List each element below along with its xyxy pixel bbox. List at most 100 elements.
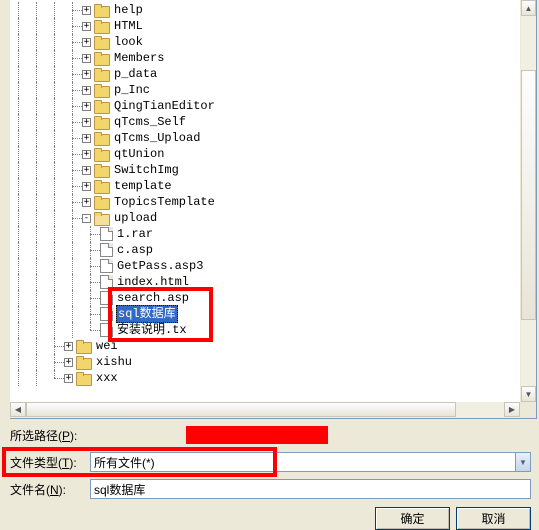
tree-folder[interactable]: + p_Inc (10, 82, 536, 98)
folder-icon (76, 356, 92, 369)
ok-button[interactable]: 确定 (375, 507, 450, 530)
horizontal-scrollbar[interactable]: ◀ ▶ (10, 402, 520, 418)
expander-icon[interactable]: + (64, 374, 73, 383)
folder-icon (94, 20, 110, 33)
file-icon (100, 243, 113, 257)
tree-item-label: upload (113, 210, 158, 226)
vertical-scroll-thumb[interactable] (521, 70, 536, 320)
filename-input[interactable] (90, 479, 531, 499)
tree-item-label: xishu (95, 354, 133, 370)
tree-item-label: sql数据库 (116, 305, 178, 323)
path-row: 所选路径(P): (10, 425, 537, 445)
file-icon (100, 291, 113, 305)
cancel-button[interactable]: 取消 (456, 507, 531, 530)
scroll-left-button[interactable]: ◀ (10, 402, 26, 417)
tree-folder[interactable]: + xxx (10, 370, 536, 386)
folder-icon (76, 340, 92, 353)
tree-item-label: wei (95, 338, 119, 354)
expander-icon[interactable]: + (82, 198, 91, 207)
expander-icon[interactable]: + (82, 150, 91, 159)
expander-icon[interactable]: - (82, 214, 91, 223)
tree-file[interactable]: c.asp (10, 242, 536, 258)
filename-label: 文件名(N): (10, 481, 90, 498)
expander-icon[interactable]: + (82, 182, 91, 191)
expander-icon[interactable]: + (82, 118, 91, 127)
tree-item-label: help (113, 2, 144, 18)
tree-item-label: 1.rar (116, 226, 154, 242)
tree-folder[interactable]: + SwitchImg (10, 162, 536, 178)
vertical-scrollbar[interactable]: ▲ ▼ (520, 0, 536, 418)
combo-dropdown-button[interactable]: ▼ (515, 452, 531, 472)
tree-folder[interactable]: + QingTianEditor (10, 98, 536, 114)
tree-folder[interactable]: + look (10, 34, 536, 50)
tree-item-label: look (113, 34, 144, 50)
expander-icon[interactable]: + (82, 86, 91, 95)
expander-icon[interactable]: + (82, 70, 91, 79)
folder-icon (94, 52, 110, 65)
path-label: 所选路径(P): (10, 427, 90, 444)
expander-icon[interactable]: + (64, 358, 73, 367)
scroll-right-button[interactable]: ▶ (504, 402, 520, 417)
tree-folder[interactable]: - upload (10, 210, 536, 226)
tree-item-label: index.html (116, 274, 190, 290)
tree-folder[interactable]: + qtUnion (10, 146, 536, 162)
folder-icon (94, 100, 110, 113)
type-label: 文件类型(T): (10, 454, 90, 471)
tree-file[interactable]: search.asp (10, 290, 536, 306)
folder-icon (94, 132, 110, 145)
tree-item-label: Members (113, 50, 165, 66)
file-icon (100, 275, 113, 289)
folder-icon (94, 116, 110, 129)
file-tree-panel: +help+HTML+look+Members+p_data+p_Inc+Qin… (10, 0, 537, 419)
file-type-input[interactable] (90, 452, 515, 472)
tree-folder[interactable]: + wei (10, 338, 536, 354)
expander-icon[interactable]: + (82, 22, 91, 31)
tree-item-label: TopicsTemplate (113, 194, 216, 210)
tree-item-label: qTcms_Upload (113, 130, 201, 146)
tree-folder[interactable]: + Members (10, 50, 536, 66)
scrollbar-corner (520, 402, 536, 418)
tree-item-label: p_data (113, 66, 158, 82)
folder-icon (76, 372, 92, 385)
folder-icon (94, 4, 110, 17)
tree-item-label: xxx (95, 370, 119, 386)
tree-file[interactable]: 安装说明.tx (10, 322, 536, 338)
file-tree[interactable]: +help+HTML+look+Members+p_data+p_Inc+Qin… (10, 0, 536, 388)
file-icon (100, 227, 113, 241)
tree-folder[interactable]: + p_data (10, 66, 536, 82)
tree-item-label: SwitchImg (113, 162, 180, 178)
expander-icon[interactable]: + (82, 166, 91, 175)
horizontal-scroll-thumb[interactable] (26, 402, 456, 417)
expander-icon[interactable]: + (82, 38, 91, 47)
tree-folder[interactable]: + xishu (10, 354, 536, 370)
tree-file[interactable]: 1.rar (10, 226, 536, 242)
tree-folder[interactable]: + help (10, 2, 536, 18)
tree-item-label: c.asp (116, 242, 154, 258)
expander-icon[interactable]: + (82, 134, 91, 143)
expander-icon[interactable]: + (82, 6, 91, 15)
expander-icon[interactable]: + (82, 54, 91, 63)
file-type-combo[interactable]: ▼ (90, 452, 531, 472)
tree-item-label: p_Inc (113, 82, 151, 98)
tree-folder[interactable]: + qTcms_Upload (10, 130, 536, 146)
tree-folder[interactable]: + TopicsTemplate (10, 194, 536, 210)
path-value-redacted (186, 426, 328, 444)
expander-icon[interactable]: + (64, 342, 73, 351)
tree-file[interactable]: sql数据库 (10, 306, 536, 322)
tree-item-label: template (113, 178, 173, 194)
filename-row: 文件名(N): (10, 479, 537, 499)
folder-icon (94, 148, 110, 161)
scroll-down-button[interactable]: ▼ (521, 386, 536, 402)
scroll-up-button[interactable]: ▲ (521, 0, 536, 16)
tree-file[interactable]: GetPass.asp3 (10, 258, 536, 274)
expander-icon[interactable]: + (82, 102, 91, 111)
tree-folder[interactable]: +HTML (10, 18, 536, 34)
tree-item-label: search.asp (116, 290, 190, 306)
tree-folder[interactable]: + template (10, 178, 536, 194)
form-area: 所选路径(P): 文件类型(T): ▼ 文件名(N): 确定 取消 (10, 419, 537, 530)
tree-folder[interactable]: +qTcms_Self (10, 114, 536, 130)
tree-file[interactable]: index.html (10, 274, 536, 290)
file-icon (100, 259, 113, 273)
tree-item-label: QingTianEditor (113, 98, 216, 114)
tree-item-label: qtUnion (113, 146, 165, 162)
